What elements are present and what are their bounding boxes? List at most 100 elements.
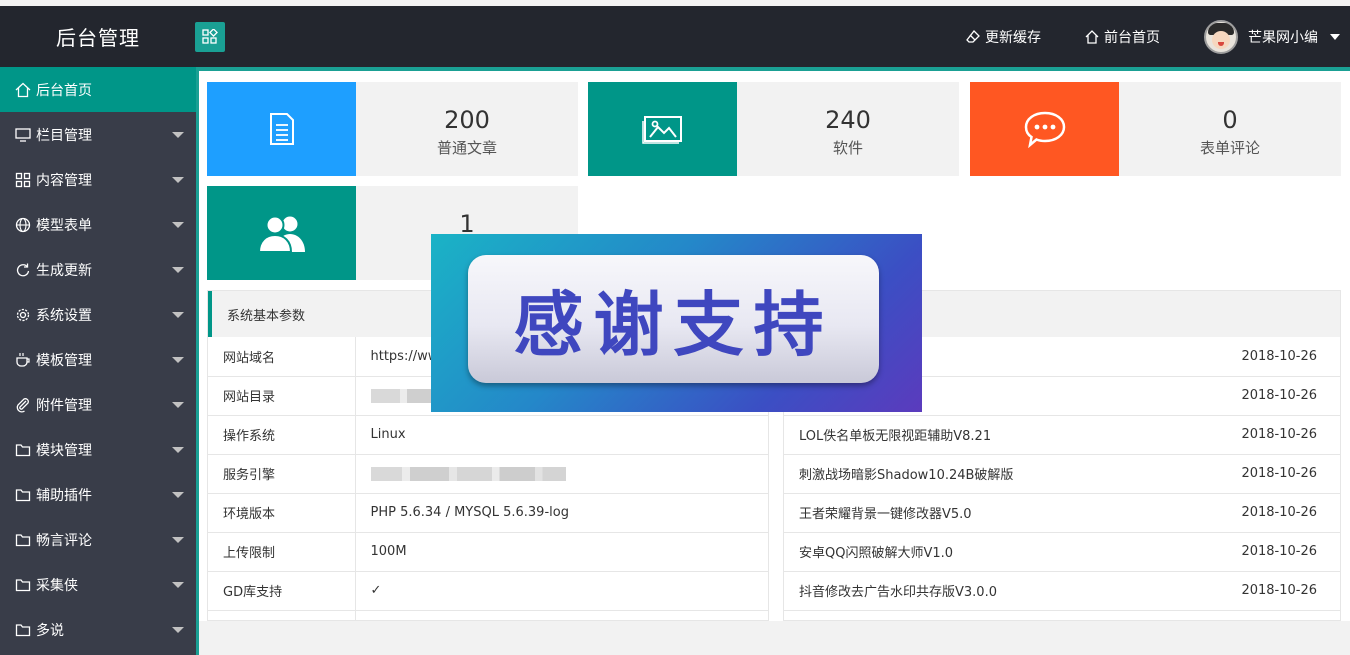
software-date: 2018-10-26 [1210, 376, 1340, 416]
stat-icon-box [970, 82, 1119, 176]
stat-label: 软件 [832, 139, 863, 157]
caret-down-icon [172, 177, 184, 183]
software-date: 2018-10-26 [1210, 454, 1340, 494]
folder-icon [15, 488, 31, 501]
sidebar-item-label: 附件管理 [36, 397, 92, 414]
software-date: 2018-10-26 [1210, 532, 1340, 572]
sidebar-item-label: 内容管理 [36, 172, 92, 189]
table-row[interactable]: 王者荣耀背景一键修改器V5.0 2018-10-26 [784, 493, 1340, 533]
sidebar-item-duoshuo[interactable]: 多说 [0, 607, 196, 652]
paperclip-icon [16, 397, 29, 413]
row-key: 网站目录 [208, 376, 356, 416]
stat-card-articles[interactable]: 200 普通文章 [207, 82, 578, 176]
sidebar-item-label: 辅助插件 [36, 487, 92, 504]
sidebar-item-settings[interactable]: 系统设置 [0, 292, 196, 337]
chat-icon [1024, 111, 1065, 148]
caret-down-icon [172, 132, 184, 138]
caret-down-icon [172, 492, 184, 498]
avatar [1204, 19, 1238, 54]
caret-down-icon [172, 582, 184, 588]
sidebar-item-label: 畅言评论 [36, 532, 92, 549]
software-title[interactable]: LOL佚名单板无限视距辅助V8.21 [784, 415, 1210, 455]
stat-icon-box [588, 82, 737, 176]
banner-plate: 感谢支持 [468, 255, 879, 383]
sidebar-item-label: 模板管理 [36, 352, 92, 369]
sidebar: 后台首页 栏目管理 内容管理 模型表单 生成更新 系统设置 模板管理 附件管理 … [0, 67, 196, 655]
software-title[interactable]: 安卓QQ闪照破解大师V1.0 [784, 532, 1210, 572]
refresh-cache-label: 更新缓存 [985, 29, 1041, 46]
menu-toggle-button[interactable] [195, 22, 225, 52]
table-row[interactable]: 抖音修改去广告水印共存版V3.0.0 2018-10-26 [784, 571, 1340, 611]
frontend-home-link[interactable]: 前台首页 [1085, 27, 1160, 47]
users-icon [257, 215, 305, 253]
table-row[interactable]: 刺激战场暗影Shadow10.24B破解版 2018-10-26 [784, 454, 1340, 494]
refresh-cache-link[interactable]: 更新缓存 [966, 27, 1041, 47]
caret-down-icon [172, 267, 184, 273]
user-menu[interactable]: 芒果网小编 [1204, 19, 1340, 54]
check-icon: ✓ [355, 571, 768, 611]
folder-icon [15, 623, 31, 636]
software-date: 2018-10-26 [1210, 415, 1340, 455]
table-row: 环境版本 PHP 5.6.34 / MYSQL 5.6.39-log [208, 493, 768, 533]
sidebar-item-label: 生成更新 [36, 262, 92, 279]
refresh-icon [16, 263, 30, 276]
sidebar-item-templates[interactable]: 模板管理 [0, 337, 196, 382]
eraser-icon [966, 29, 980, 43]
sidebar-item-model-forms[interactable]: 模型表单 [0, 202, 196, 247]
row-value: PHP 5.6.34 / MYSQL 5.6.39-log [355, 493, 768, 533]
folder-icon [15, 533, 31, 546]
sidebar-item-label: 模型表单 [36, 217, 92, 234]
row-value-redacted [355, 454, 768, 494]
sidebar-item-collector[interactable]: 采集侠 [0, 562, 196, 607]
row-key: 网站域名 [208, 337, 356, 377]
apps-icon [15, 172, 31, 187]
caret-down-icon [172, 357, 184, 363]
page-footer-area [199, 621, 1350, 655]
apps-icon [202, 29, 218, 44]
stat-label: 表单评论 [1199, 139, 1260, 157]
sidebar-item-columns[interactable]: 栏目管理 [0, 112, 196, 157]
globe-icon [15, 217, 31, 232]
table-row[interactable]: LOL佚名单板无限视距辅助V8.21 2018-10-26 [784, 415, 1340, 455]
table-row[interactable]: 安卓QQ闪照破解大师V1.0 2018-10-26 [784, 532, 1340, 572]
folder-icon [15, 578, 31, 591]
table-row: 操作系统 Linux [208, 415, 768, 455]
sidebar-item-label: 多说 [36, 622, 64, 639]
table-row: 上传限制 100M [208, 532, 768, 572]
caret-down-icon [172, 627, 184, 633]
chevron-down-icon [1330, 33, 1340, 40]
thanks-overlay-banner: 感谢支持 [431, 234, 922, 412]
stat-card-comments[interactable]: 0 表单评论 [970, 82, 1341, 176]
sidebar-item-plugins[interactable]: 辅助插件 [0, 472, 196, 517]
sidebar-item-label: 系统设置 [36, 307, 92, 324]
software-title[interactable]: 刺激战场暗影Shadow10.24B破解版 [784, 454, 1210, 494]
redacted-value [370, 466, 566, 481]
table-row: 服务引擎 [208, 454, 768, 494]
image-icon [641, 116, 682, 144]
top-bar: 后台管理 更新缓存 前台首页 芒果网小编 [0, 0, 1350, 67]
row-value: Linux [355, 415, 768, 455]
software-date: 2018-10-26 [1210, 571, 1340, 611]
row-key: GD库支持 [208, 571, 356, 611]
row-key: 环境版本 [208, 493, 356, 533]
caret-down-icon [172, 447, 184, 453]
stat-icon-box [207, 82, 356, 176]
row-key: 服务引擎 [208, 454, 356, 494]
sidebar-item-home[interactable]: 后台首页 [0, 67, 196, 112]
sidebar-item-generate[interactable]: 生成更新 [0, 247, 196, 292]
caret-down-icon [172, 537, 184, 543]
frontend-home-label: 前台首页 [1104, 29, 1160, 46]
stat-value: 240 [825, 106, 871, 134]
software-title[interactable]: 抖音修改去广告水印共存版V3.0.0 [784, 571, 1210, 611]
sidebar-item-modules[interactable]: 模块管理 [0, 427, 196, 472]
stat-card-software[interactable]: 240 软件 [588, 82, 959, 176]
document-icon [269, 113, 294, 145]
caret-down-icon [172, 312, 184, 318]
caret-down-icon [172, 222, 184, 228]
software-title[interactable]: 王者荣耀背景一键修改器V5.0 [784, 493, 1210, 533]
sidebar-item-content[interactable]: 内容管理 [0, 157, 196, 202]
sidebar-item-attachments[interactable]: 附件管理 [0, 382, 196, 427]
stat-icon-box [207, 186, 356, 280]
sidebar-item-comments[interactable]: 畅言评论 [0, 517, 196, 562]
sidebar-item-label: 模块管理 [36, 442, 92, 459]
